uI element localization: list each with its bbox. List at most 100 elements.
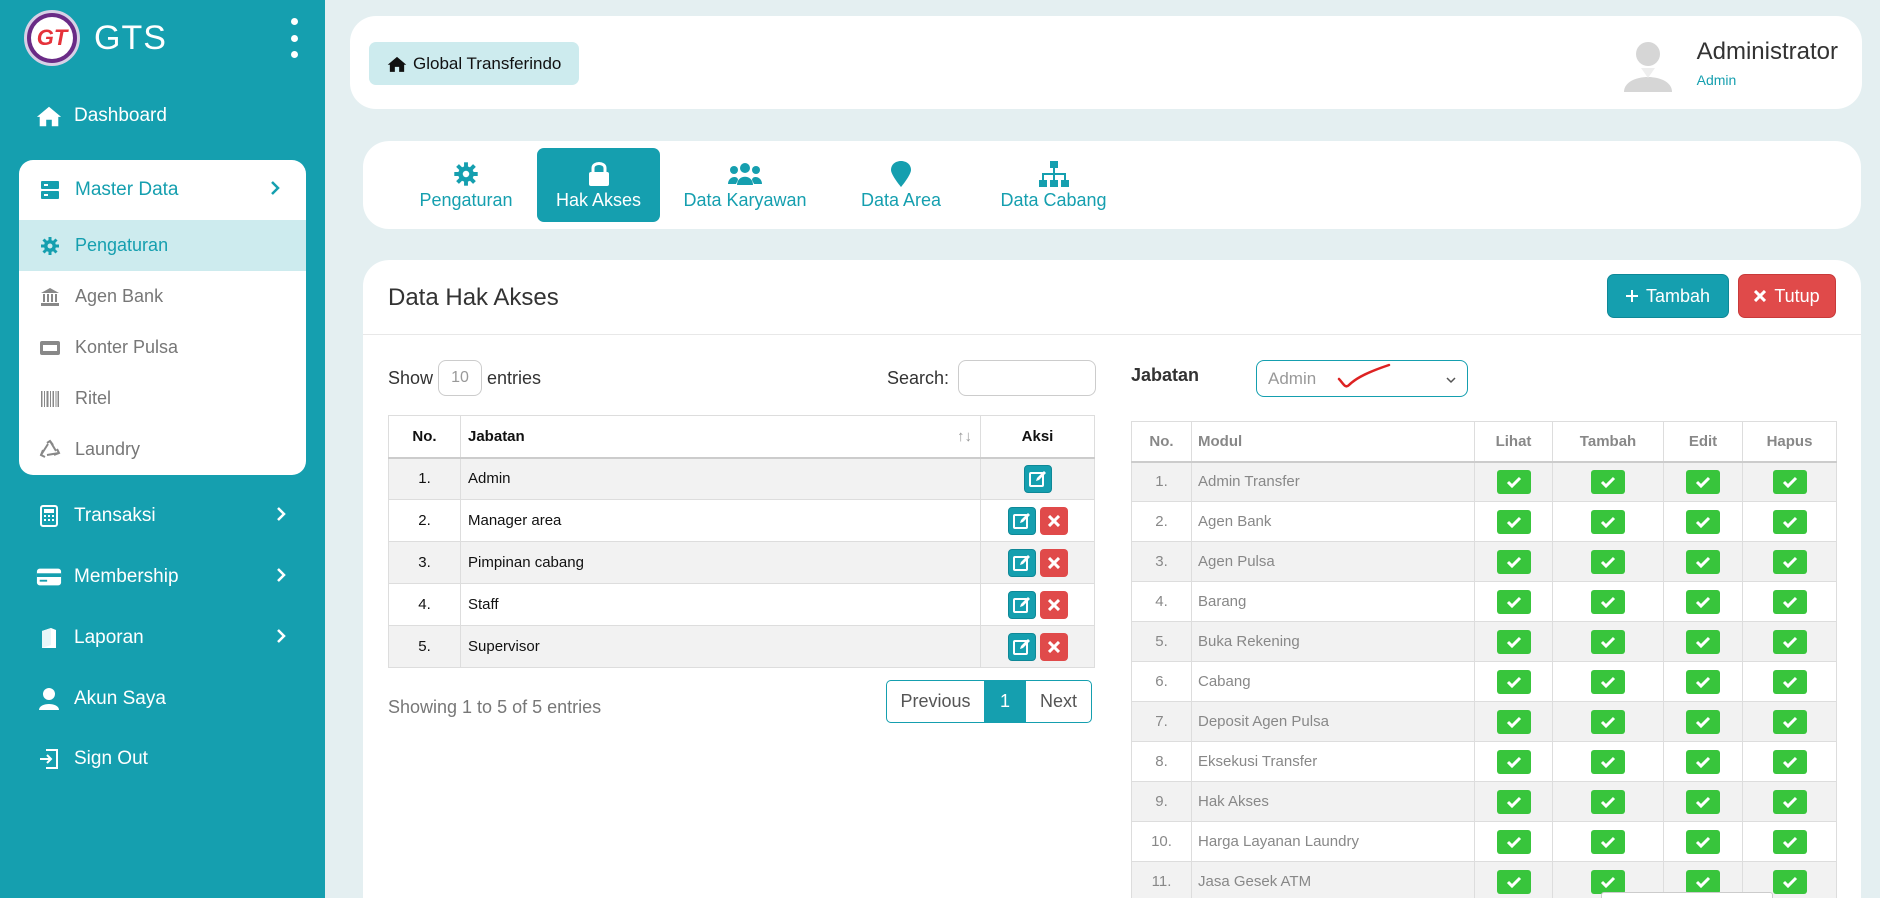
- sidebar-item-membership[interactable]: Membership: [36, 557, 286, 597]
- tambah-checkbox[interactable]: [1591, 509, 1625, 534]
- lihat-checkbox[interactable]: [1496, 749, 1531, 774]
- sidebar-item-transaksi[interactable]: Transaksi: [36, 496, 286, 536]
- column-header-no[interactable]: No.: [388, 415, 461, 459]
- edit-checkbox[interactable]: [1686, 789, 1720, 814]
- column-header-jabatan[interactable]: Jabatan ↑↓: [460, 415, 981, 459]
- user-role: Admin: [1696, 72, 1737, 88]
- edit-icon[interactable]: [1007, 590, 1036, 619]
- hapus-checkbox[interactable]: [1772, 629, 1807, 654]
- edit-icon[interactable]: [1023, 464, 1052, 493]
- tab-data-area[interactable]: Data Area: [841, 148, 961, 222]
- calculator-icon: [36, 503, 62, 529]
- hapus-checkbox[interactable]: [1772, 829, 1807, 854]
- hapus-checkbox[interactable]: [1772, 869, 1807, 894]
- edit-checkbox[interactable]: [1686, 469, 1720, 494]
- lihat-checkbox[interactable]: [1496, 509, 1531, 534]
- breadcrumb-home[interactable]: Global Transferindo: [369, 42, 580, 85]
- hapus-checkbox[interactable]: [1772, 709, 1807, 734]
- column-header-tambah: Tambah: [1552, 421, 1664, 463]
- tambah-checkbox[interactable]: [1591, 789, 1625, 814]
- delete-icon[interactable]: [1039, 632, 1068, 661]
- table-row: 2. Agen Bank: [1131, 501, 1837, 542]
- hapus-checkbox[interactable]: [1772, 509, 1807, 534]
- search-label: Search:: [887, 367, 950, 388]
- hapus-checkbox[interactable]: [1772, 469, 1807, 494]
- sidebar-item-master-data[interactable]: Master Data: [19, 160, 306, 220]
- kebab-menu-icon[interactable]: [284, 18, 304, 58]
- tab-pengaturan[interactable]: Pengaturan: [391, 148, 541, 222]
- previous-page-button[interactable]: Previous: [887, 681, 985, 722]
- edit-checkbox[interactable]: [1686, 749, 1720, 774]
- tambah-checkbox[interactable]: [1591, 589, 1625, 614]
- lihat-checkbox[interactable]: [1496, 669, 1531, 694]
- tab-data-cabang[interactable]: Data Cabang: [986, 148, 1121, 222]
- sidebar-item-ritel[interactable]: Ritel: [19, 373, 306, 424]
- lihat-checkbox[interactable]: [1496, 789, 1531, 814]
- tambah-checkbox[interactable]: [1591, 829, 1625, 854]
- hapus-checkbox[interactable]: [1772, 669, 1807, 694]
- delete-icon[interactable]: [1039, 506, 1068, 535]
- edit-checkbox[interactable]: [1686, 589, 1720, 614]
- lihat-checkbox[interactable]: [1496, 829, 1531, 854]
- edit-checkbox[interactable]: [1686, 869, 1720, 894]
- next-page-button[interactable]: Next: [1025, 681, 1091, 722]
- table-row: 5. Buka Rekening: [1131, 621, 1837, 662]
- user-menu[interactable]: Administrator Admin: [1619, 34, 1838, 92]
- lihat-checkbox[interactable]: [1496, 589, 1531, 614]
- close-button[interactable]: Tutup: [1738, 274, 1836, 318]
- tab-data-karyawan[interactable]: Data Karyawan: [675, 148, 815, 222]
- edit-checkbox[interactable]: [1686, 829, 1720, 854]
- edit-checkbox[interactable]: [1686, 549, 1720, 574]
- edit-icon[interactable]: [1007, 506, 1036, 535]
- sidebar-item-pengaturan[interactable]: Pengaturan: [19, 220, 306, 271]
- search-input[interactable]: [958, 360, 1097, 396]
- permission-cell: [1474, 861, 1553, 898]
- sidebar-item-akun-saya[interactable]: Akun Saya: [36, 679, 286, 719]
- lihat-checkbox[interactable]: [1496, 629, 1531, 654]
- edit-checkbox[interactable]: [1686, 709, 1720, 734]
- tambah-checkbox[interactable]: [1591, 749, 1625, 774]
- page-1-button[interactable]: 1: [985, 681, 1025, 722]
- hapus-checkbox[interactable]: [1772, 749, 1807, 774]
- entries-select[interactable]: 10: [438, 360, 483, 396]
- sidebar-item-label: Agen Bank: [75, 286, 164, 306]
- sidebar-item-laporan[interactable]: Laporan: [36, 618, 286, 658]
- sidebar-item-agen-bank[interactable]: Agen Bank: [19, 271, 306, 322]
- lihat-checkbox[interactable]: [1496, 709, 1531, 734]
- tambah-checkbox[interactable]: [1591, 869, 1625, 894]
- edit-checkbox[interactable]: [1686, 669, 1720, 694]
- row-number: 8.: [1131, 741, 1192, 782]
- row-actions: [980, 499, 1095, 542]
- hapus-checkbox[interactable]: [1772, 549, 1807, 574]
- row-modul: Eksekusi Transfer: [1191, 741, 1475, 782]
- tab-hak-akses[interactable]: Hak Akses: [537, 148, 660, 222]
- lihat-checkbox[interactable]: [1496, 869, 1531, 894]
- tooltip-fragment: [1601, 892, 1773, 898]
- hapus-checkbox[interactable]: [1772, 789, 1807, 814]
- add-button[interactable]: Tambah: [1607, 274, 1729, 318]
- row-modul: Deposit Agen Pulsa: [1191, 701, 1475, 742]
- sidebar-item-dashboard[interactable]: Dashboard: [36, 96, 286, 136]
- lihat-checkbox[interactable]: [1496, 549, 1531, 574]
- edit-icon[interactable]: [1007, 632, 1036, 661]
- tambah-checkbox[interactable]: [1591, 669, 1625, 694]
- tambah-checkbox[interactable]: [1591, 629, 1625, 654]
- edit-icon[interactable]: [1007, 548, 1036, 577]
- chevron-right-icon: [276, 567, 286, 588]
- jabatan-select[interactable]: Admin: [1256, 360, 1468, 397]
- lihat-checkbox[interactable]: [1496, 469, 1531, 494]
- edit-checkbox[interactable]: [1686, 629, 1720, 654]
- sidebar-item-sign-out[interactable]: Sign Out: [36, 739, 286, 779]
- sidebar-item-laundry[interactable]: Laundry: [19, 424, 306, 475]
- row-jabatan: Supervisor: [460, 625, 981, 668]
- table-row: 1. Admin: [388, 457, 1095, 500]
- hapus-checkbox[interactable]: [1772, 589, 1807, 614]
- sidebar-item-konter-pulsa[interactable]: Konter Pulsa: [19, 322, 306, 373]
- tambah-checkbox[interactable]: [1591, 549, 1625, 574]
- brand-logo[interactable]: GT: [24, 10, 80, 66]
- delete-icon[interactable]: [1039, 548, 1068, 577]
- delete-icon[interactable]: [1039, 590, 1068, 619]
- tambah-checkbox[interactable]: [1591, 469, 1625, 494]
- tambah-checkbox[interactable]: [1591, 709, 1625, 734]
- edit-checkbox[interactable]: [1686, 509, 1720, 534]
